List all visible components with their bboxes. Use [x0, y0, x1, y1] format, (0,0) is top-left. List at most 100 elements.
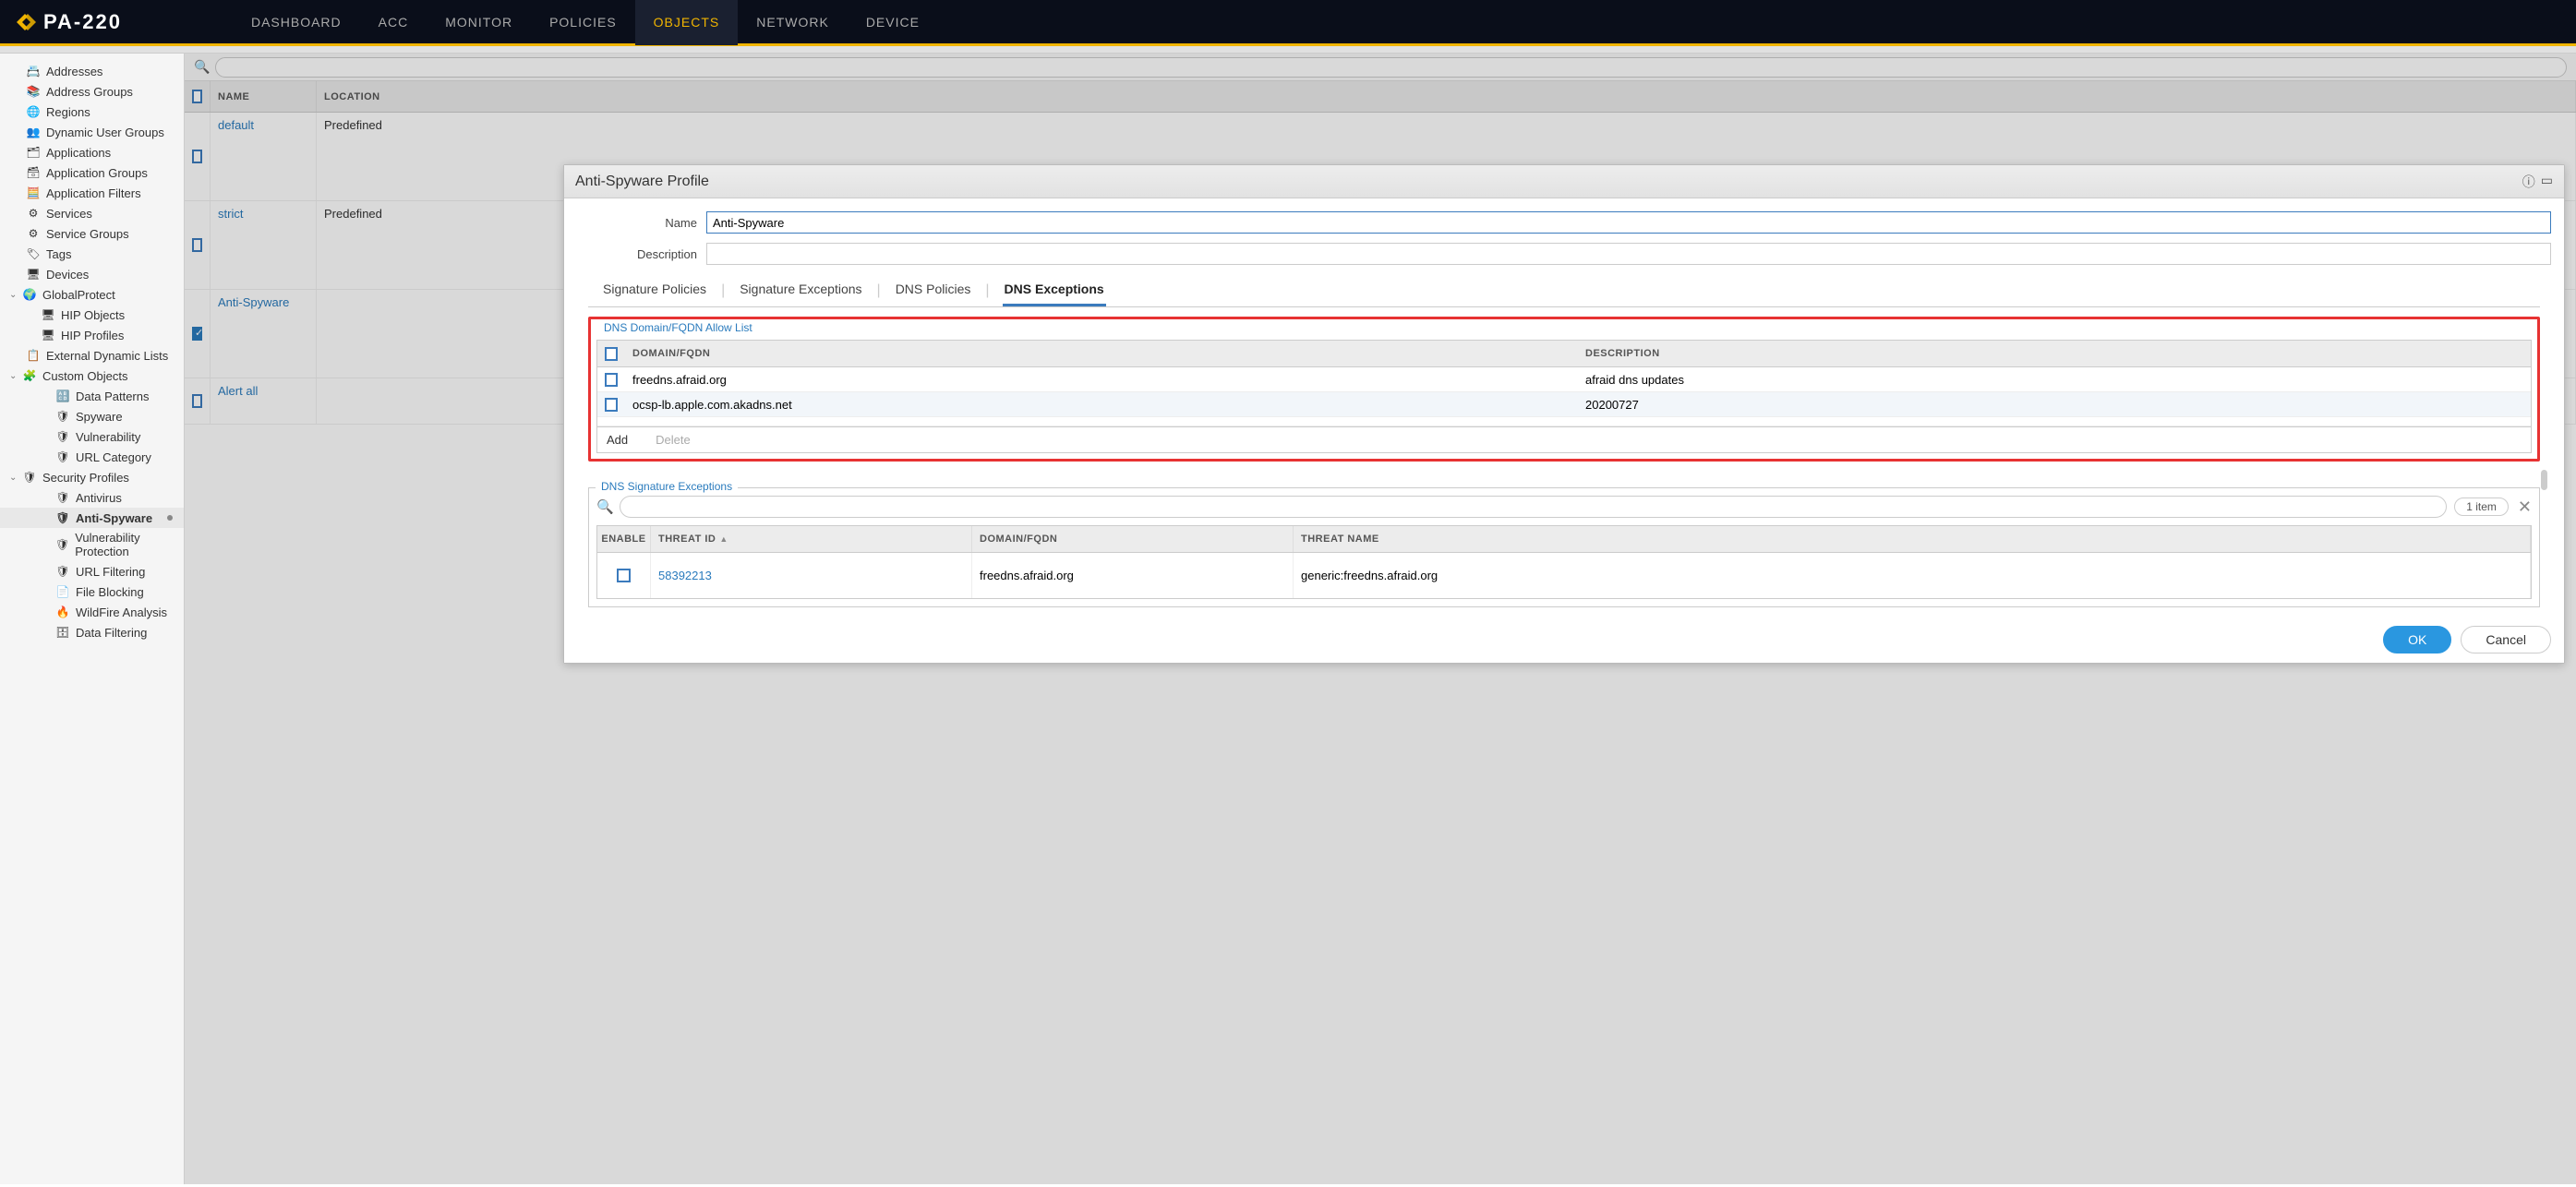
sig-exceptions-search[interactable]	[620, 496, 2448, 518]
sidebar-item-application-groups[interactable]: 🗃Application Groups	[0, 162, 184, 183]
sidebar-label: GlobalProtect	[42, 288, 115, 302]
sig-exception-row[interactable]: 58392213freedns.afraid.orggeneric:freedn…	[596, 553, 2532, 599]
signature-exceptions-panel: DNS Signature Exceptions 🔍 1 item ✕ ENAB…	[588, 471, 2540, 607]
threat-id-link[interactable]: 58392213	[658, 569, 712, 582]
allow-list-row[interactable]: ocsp-lb.apple.com.akadns.net20200727	[597, 392, 2531, 417]
sidebar-label: HIP Profiles	[61, 329, 124, 342]
nav-network[interactable]: NETWORK	[738, 0, 848, 45]
allow-list-row[interactable]: freedns.afraid.orgafraid dns updates	[597, 367, 2531, 392]
col-domain[interactable]: DOMAIN/FQDN	[625, 341, 1578, 366]
sidebar-label: Antivirus	[76, 491, 122, 505]
nav-acc[interactable]: ACC	[360, 0, 427, 45]
nav-objects[interactable]: OBJECTS	[635, 0, 739, 45]
description-label: Description	[577, 247, 706, 261]
sidebar-icon: 🌐	[26, 104, 41, 119]
nav-policies[interactable]: POLICIES	[531, 0, 635, 45]
ok-button[interactable]: OK	[2383, 626, 2451, 653]
sidebar-group-custom-objects[interactable]: ⌄🧩Custom Objects	[0, 366, 184, 386]
sidebar-item-data-filtering[interactable]: 🗄Data Filtering	[0, 622, 184, 642]
col-enable[interactable]: ENABLE	[597, 526, 651, 552]
sidebar-item-address-groups[interactable]: 📚Address Groups	[0, 81, 184, 102]
sidebar-label: Data Patterns	[76, 390, 150, 403]
sidebar-icon: 👥	[26, 125, 41, 139]
cancel-button[interactable]: Cancel	[2461, 626, 2551, 653]
sidebar-item-wildfire-analysis[interactable]: 🔥 WildFire Analysis	[0, 602, 184, 622]
sidebar-item-application-filters[interactable]: 🧮Application Filters	[0, 183, 184, 203]
tab-signature-policies[interactable]: Signature Policies	[601, 274, 708, 306]
enable-checkbox[interactable]	[617, 569, 631, 582]
tab-dns-policies[interactable]: DNS Policies	[894, 274, 973, 306]
nav-device[interactable]: DEVICE	[848, 0, 938, 45]
col-threat-name[interactable]: THREAT NAME	[1294, 526, 2531, 552]
sidebar-item-data-patterns[interactable]: 🔠Data Patterns	[0, 386, 184, 406]
sidebar-label: Address Groups	[46, 85, 133, 99]
sidebar-label: URL Filtering	[76, 565, 145, 579]
name-input[interactable]	[706, 211, 2551, 234]
sidebar-icon: 🛡	[55, 409, 70, 424]
sidebar-icon: 🔥	[55, 605, 70, 619]
allow-list-select-all[interactable]	[605, 347, 618, 361]
nav-dashboard[interactable]: DASHBOARD	[233, 0, 360, 45]
sidebar-item-services[interactable]: ⚙Services	[0, 203, 184, 223]
sidebar-item-devices[interactable]: 🖥Devices	[0, 264, 184, 284]
sidebar-item-external-dynamic-lists[interactable]: 📋External Dynamic Lists	[0, 345, 184, 366]
content-area: 🔍 NAME LOCATION defaultPredefinedstrictP…	[185, 54, 2576, 1184]
row-checkbox[interactable]	[605, 373, 618, 387]
tab-dns-exceptions[interactable]: DNS Exceptions	[1003, 274, 1106, 306]
sidebar-item-anti-spyware[interactable]: 🛡Anti-Spyware	[0, 508, 184, 528]
delete-button[interactable]: Delete	[656, 433, 691, 447]
add-button[interactable]: Add	[607, 433, 628, 447]
clear-icon[interactable]: ✕	[2518, 498, 2532, 517]
sidebar-item-tags[interactable]: 🏷 Tags	[0, 244, 184, 264]
col-domain-fqdn[interactable]: DOMAIN/FQDN	[972, 526, 1294, 552]
sidebar-item-vulnerability-protection[interactable]: 🛡Vulnerability Protection	[0, 528, 184, 561]
sidebar-icon: 🏷	[26, 246, 41, 261]
domain-cell: ocsp-lb.apple.com.akadns.net	[625, 392, 1578, 416]
col-description[interactable]: DESCRIPTION	[1578, 341, 2531, 366]
chevron-down-icon: ⌄	[9, 371, 20, 381]
sidebar: 📇Addresses📚Address Groups🌐Regions👥Dynami…	[0, 54, 185, 1184]
nav-monitor[interactable]: MONITOR	[427, 0, 531, 45]
sidebar-item-addresses[interactable]: 📇Addresses	[0, 61, 184, 81]
sidebar-icon: 🛡	[22, 470, 37, 485]
sidebar-icon: 🖥	[41, 307, 55, 322]
modal-tabs: Signature Policies|Signature Exceptions|…	[588, 274, 2540, 307]
sidebar-icon: 🗄	[55, 625, 70, 640]
sidebar-group-security-profiles[interactable]: ⌄🛡Security Profiles	[0, 467, 184, 487]
sidebar-label: URL Category	[76, 450, 151, 464]
sidebar-item-vulnerability[interactable]: 🛡Vulnerability	[0, 426, 184, 447]
sidebar-item-service-groups[interactable]: ⚙Service Groups	[0, 223, 184, 244]
sidebar-icon: ⚙	[26, 226, 41, 241]
col-threat-id[interactable]: THREAT ID▲	[651, 526, 972, 552]
sig-exceptions-title: DNS Signature Exceptions	[596, 480, 738, 493]
domain-cell: freedns.afraid.org	[972, 553, 1294, 598]
sidebar-item-url-category[interactable]: 🛡URL Category	[0, 447, 184, 467]
indicator-dot	[167, 515, 173, 521]
sidebar-item-spyware[interactable]: 🛡Spyware	[0, 406, 184, 426]
description-input[interactable]	[706, 243, 2551, 265]
sidebar-group-globalprotect[interactable]: ⌄🌍GlobalProtect	[0, 284, 184, 305]
sidebar-icon: 🛡	[55, 510, 70, 525]
help-icon[interactable]: ⓘ	[2522, 173, 2535, 191]
scrollbar-thumb[interactable]	[2541, 470, 2547, 490]
sidebar-label: WildFire Analysis	[76, 605, 167, 619]
maximize-icon[interactable]: ▭	[2541, 173, 2553, 191]
sidebar-item-hip-objects[interactable]: 🖥 HIP Objects	[0, 305, 184, 325]
sidebar-label: Tags	[46, 247, 71, 261]
sidebar-item-hip-profiles[interactable]: 🖥HIP Profiles	[0, 325, 184, 345]
sidebar-icon: 🗂	[26, 145, 41, 160]
sidebar-label: External Dynamic Lists	[46, 349, 168, 363]
sidebar-icon: 🖥	[26, 267, 41, 282]
sidebar-item-applications[interactable]: 🗂Applications	[0, 142, 184, 162]
sidebar-item-url-filtering[interactable]: 🛡 URL Filtering	[0, 561, 184, 582]
row-checkbox[interactable]	[605, 398, 618, 412]
sidebar-item-file-blocking[interactable]: 📄File Blocking	[0, 582, 184, 602]
tab-signature-exceptions[interactable]: Signature Exceptions	[738, 274, 863, 306]
sidebar-item-dynamic-user-groups[interactable]: 👥Dynamic User Groups	[0, 122, 184, 142]
sidebar-label: HIP Objects	[61, 308, 125, 322]
sidebar-item-regions[interactable]: 🌐Regions	[0, 102, 184, 122]
top-nav: DASHBOARDACCMONITORPOLICIESOBJECTSNETWOR…	[233, 0, 938, 45]
sidebar-item-antivirus[interactable]: 🛡Antivirus	[0, 487, 184, 508]
modal-title: Anti-Spyware Profile	[575, 174, 709, 190]
sidebar-icon: 🛡	[55, 564, 70, 579]
